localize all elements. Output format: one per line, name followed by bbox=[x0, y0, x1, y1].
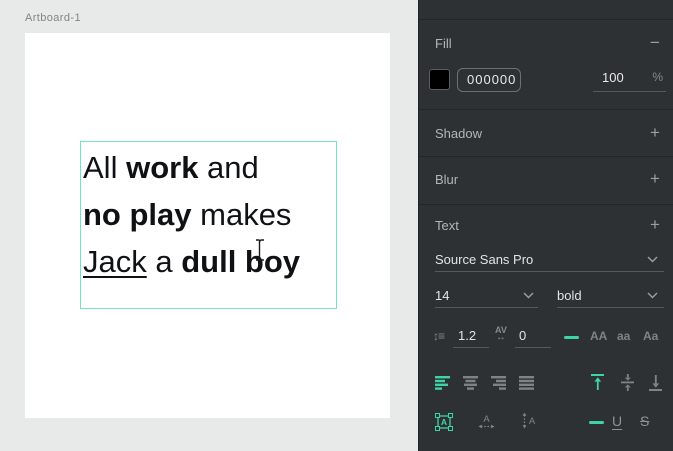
divider bbox=[435, 271, 664, 272]
fill-section-title: Fill bbox=[435, 36, 452, 51]
text-auto-height-button[interactable]: A bbox=[521, 412, 537, 430]
line-height-input[interactable]: 1.2 bbox=[458, 328, 476, 343]
case-none-button[interactable] bbox=[564, 336, 579, 339]
svg-text:A: A bbox=[483, 414, 490, 425]
text-selection-box[interactable]: All work and no play makes Jack a dull b… bbox=[80, 141, 337, 309]
artboard-label[interactable]: Artboard-1 bbox=[25, 12, 81, 24]
divider bbox=[515, 347, 551, 348]
decoration-strikethrough-button[interactable]: S bbox=[640, 413, 649, 429]
blur-add-button[interactable]: + bbox=[646, 170, 664, 188]
valign-middle-button[interactable] bbox=[621, 374, 635, 391]
font-family-select[interactable]: Source Sans Pro bbox=[435, 252, 533, 267]
divider bbox=[453, 347, 489, 348]
letter-spacing-icon: AV↔ bbox=[495, 326, 507, 343]
fill-collapse-button[interactable]: − bbox=[646, 34, 664, 52]
shadow-section-title: Shadow bbox=[435, 126, 482, 141]
fill-color-swatch[interactable] bbox=[429, 69, 450, 90]
align-center-button[interactable] bbox=[463, 376, 479, 390]
artboard[interactable]: All work and no play makes Jack a dull b… bbox=[25, 33, 390, 418]
align-right-button[interactable] bbox=[491, 376, 507, 390]
font-size-select[interactable]: 14 bbox=[435, 288, 449, 303]
text-section-title: Text bbox=[435, 218, 459, 233]
text-ibeam-cursor bbox=[254, 239, 265, 261]
line-height-icon: ↕≡ bbox=[433, 329, 444, 343]
divider bbox=[435, 307, 538, 308]
chevron-down-icon[interactable] bbox=[647, 256, 658, 263]
chevron-down-icon[interactable] bbox=[523, 292, 534, 299]
case-uppercase-button[interactable]: AA bbox=[590, 329, 607, 343]
fill-opacity-field[interactable]: 100 % bbox=[593, 70, 666, 92]
case-titlecase-button[interactable]: Aa bbox=[643, 329, 658, 343]
percent-label: % bbox=[652, 70, 666, 91]
divider bbox=[419, 204, 673, 205]
fill-hex-input[interactable]: 000000 bbox=[457, 68, 521, 92]
text-add-button[interactable]: + bbox=[646, 216, 664, 234]
shadow-add-button[interactable]: + bbox=[646, 124, 664, 142]
canvas-area[interactable]: Artboard-1 All work and no play makes Ja… bbox=[0, 0, 418, 451]
svg-text:A: A bbox=[441, 417, 447, 427]
font-style-select[interactable]: bold bbox=[557, 288, 582, 303]
divider bbox=[419, 109, 673, 110]
text-auto-width-button[interactable]: A bbox=[478, 412, 495, 430]
align-left-button[interactable] bbox=[435, 376, 451, 390]
decoration-none-button[interactable] bbox=[589, 421, 604, 424]
text-line-3: Jack a dull boy bbox=[83, 238, 383, 285]
case-lowercase-button[interactable]: aa bbox=[617, 329, 630, 343]
decoration-underline-button[interactable]: U bbox=[612, 413, 622, 429]
fill-opacity-value[interactable]: 100 bbox=[593, 70, 624, 91]
blur-section-title: Blur bbox=[435, 172, 458, 187]
text-block[interactable]: All work and no play makes Jack a dull b… bbox=[83, 144, 383, 285]
text-fixed-size-button[interactable]: A bbox=[435, 413, 453, 431]
valign-top-button[interactable] bbox=[591, 374, 605, 391]
panel-top-strip bbox=[419, 0, 673, 20]
align-justify-button[interactable] bbox=[519, 376, 535, 390]
chevron-down-icon[interactable] bbox=[647, 292, 658, 299]
valign-bottom-button[interactable] bbox=[649, 374, 663, 391]
divider bbox=[557, 307, 664, 308]
svg-text:A: A bbox=[529, 416, 536, 427]
text-line-1: All work and bbox=[83, 144, 383, 191]
text-line-2: no play makes bbox=[83, 191, 383, 238]
inspector-panel: Fill − 000000 100 % Shadow + Blur + Text… bbox=[418, 0, 673, 451]
letter-spacing-input[interactable]: 0 bbox=[519, 328, 526, 343]
divider bbox=[419, 156, 673, 157]
